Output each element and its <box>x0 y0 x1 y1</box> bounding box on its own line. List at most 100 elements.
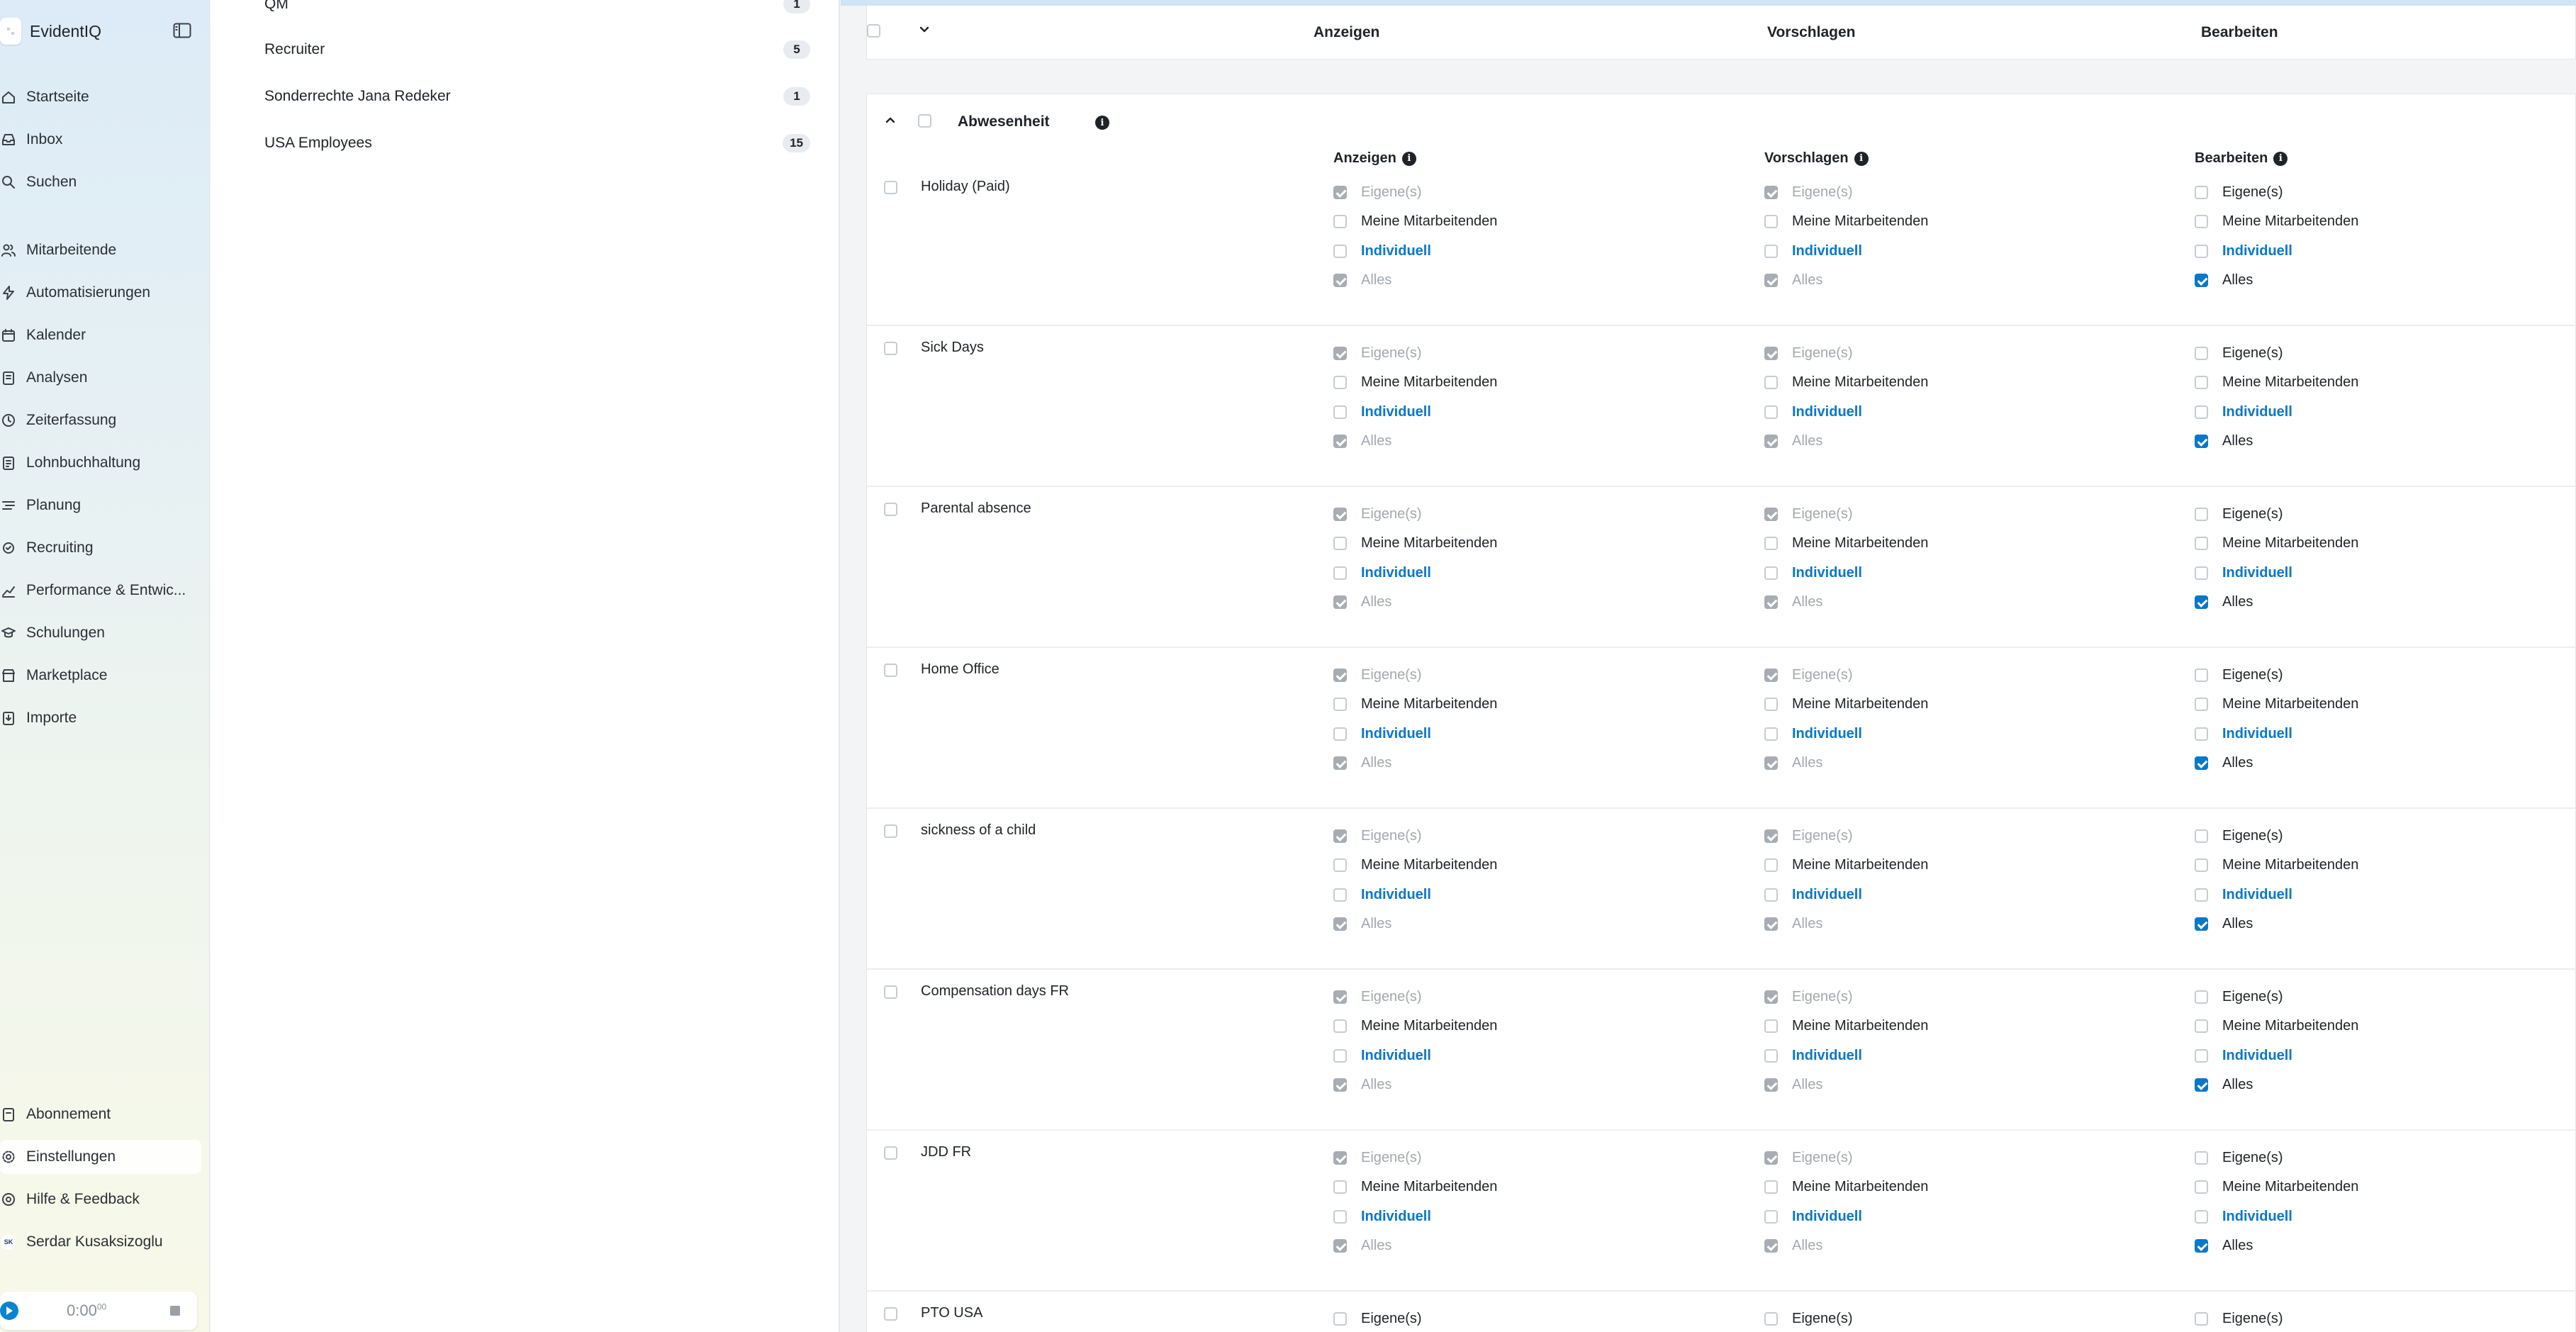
option-checkbox[interactable] <box>1764 1151 1778 1165</box>
option-show-team[interactable]: Meine Mitarbeitenden <box>1333 1178 1497 1197</box>
option-checkbox[interactable] <box>1764 990 1778 1004</box>
option-label[interactable]: Individuell <box>2222 565 2292 581</box>
option-checkbox[interactable] <box>2195 756 2208 770</box>
option-show-team[interactable]: Meine Mitarbeitenden <box>1333 856 1497 875</box>
option-label[interactable]: Individuell <box>1361 887 1431 903</box>
option-checkbox[interactable] <box>1333 405 1347 419</box>
option-checkbox[interactable] <box>1764 727 1778 741</box>
option-show-own[interactable]: Eigene(s) <box>1333 1309 1422 1328</box>
option-checkbox[interactable] <box>1333 566 1347 580</box>
option-checkbox[interactable] <box>2195 185 2208 199</box>
option-checkbox[interactable] <box>1764 1048 1778 1063</box>
option-suggest-team[interactable]: Meine Mitarbeitenden <box>1764 213 1928 231</box>
option-suggest-custom[interactable]: Individuell <box>1764 724 1862 743</box>
option-edit-own[interactable]: Eigene(s) <box>2195 1309 2283 1328</box>
option-checkbox[interactable] <box>1333 507 1347 521</box>
row-checkbox[interactable] <box>884 503 897 516</box>
option-checkbox[interactable] <box>1764 1180 1778 1194</box>
option-checkbox[interactable] <box>2195 435 2208 448</box>
option-suggest-own[interactable]: Eigene(s) <box>1764 666 1853 684</box>
row-checkbox[interactable] <box>884 1146 897 1160</box>
nav-item-lohnbuchhaltung[interactable]: Lohnbuchhaltung <box>0 446 201 480</box>
option-suggest-custom[interactable]: Individuell <box>1764 885 1862 904</box>
nav-item-mitarbeitende[interactable]: Mitarbeitende <box>0 233 201 267</box>
option-suggest-own[interactable]: Eigene(s) <box>1764 344 1853 362</box>
option-checkbox[interactable] <box>1764 215 1778 228</box>
option-show-custom[interactable]: Individuell <box>1333 564 1431 582</box>
option-suggest-all[interactable]: Alles <box>1764 915 1822 934</box>
option-checkbox[interactable] <box>2195 346 2208 360</box>
option-checkbox[interactable] <box>1333 274 1347 287</box>
option-label[interactable]: Individuell <box>1361 404 1431 420</box>
option-checkbox[interactable] <box>2195 507 2208 521</box>
option-checkbox[interactable] <box>1333 1239 1347 1253</box>
option-checkbox[interactable] <box>2195 1311 2208 1326</box>
nav-item-planung[interactable]: Planung <box>0 488 201 522</box>
option-checkbox[interactable] <box>1333 346 1347 360</box>
option-label[interactable]: Individuell <box>2222 1048 2292 1064</box>
option-edit-team[interactable]: Meine Mitarbeitenden <box>2195 1017 2358 1036</box>
option-edit-own[interactable]: Eigene(s) <box>2195 344 2283 362</box>
option-checkbox[interactable] <box>1764 435 1778 448</box>
option-checkbox[interactable] <box>2195 1239 2208 1253</box>
option-checkbox[interactable] <box>1333 1311 1347 1326</box>
option-show-custom[interactable]: Individuell <box>1333 724 1431 743</box>
option-suggest-team[interactable]: Meine Mitarbeitenden <box>1764 1017 1928 1036</box>
option-checkbox[interactable] <box>1764 1209 1778 1224</box>
option-checkbox[interactable] <box>1764 668 1778 682</box>
nav-item-suchen[interactable]: Suchen <box>0 165 201 199</box>
option-suggest-own[interactable]: Eigene(s) <box>1764 505 1853 523</box>
option-show-all[interactable]: Alles <box>1333 272 1391 290</box>
option-show-custom[interactable]: Individuell <box>1333 403 1431 421</box>
option-checkbox[interactable] <box>2195 1209 2208 1224</box>
info-icon[interactable]: i <box>1854 151 1869 166</box>
option-edit-custom[interactable]: Individuell <box>2195 242 2292 260</box>
option-checkbox[interactable] <box>1333 1209 1347 1224</box>
nav-item-einstellungen[interactable]: Einstellungen <box>0 1140 201 1174</box>
option-show-own[interactable]: Eigene(s) <box>1333 987 1422 1006</box>
option-checkbox[interactable] <box>1764 917 1778 931</box>
option-checkbox[interactable] <box>1764 756 1778 770</box>
option-edit-custom[interactable]: Individuell <box>2195 885 2292 904</box>
option-edit-team[interactable]: Meine Mitarbeitenden <box>2195 695 2358 714</box>
option-show-own[interactable]: Eigene(s) <box>1333 1148 1422 1167</box>
option-label[interactable]: Individuell <box>1792 1209 1862 1225</box>
option-checkbox[interactable] <box>2195 244 2208 258</box>
option-checkbox[interactable] <box>1764 1239 1778 1253</box>
option-suggest-own[interactable]: Eigene(s) <box>1764 827 1853 845</box>
option-checkbox[interactable] <box>2195 1019 2208 1033</box>
option-checkbox[interactable] <box>2195 829 2208 843</box>
option-show-all[interactable]: Alles <box>1333 915 1391 934</box>
info-icon[interactable]: i <box>1095 116 1109 130</box>
nav-item-startseite[interactable]: Startseite <box>0 80 201 114</box>
option-label[interactable]: Individuell <box>1792 404 1862 420</box>
option-checkbox[interactable] <box>2195 698 2208 711</box>
option-label[interactable]: Individuell <box>1361 1048 1431 1064</box>
option-checkbox[interactable] <box>1764 888 1778 902</box>
option-show-team[interactable]: Meine Mitarbeitenden <box>1333 213 1497 231</box>
option-checkbox[interactable] <box>1333 1019 1347 1033</box>
option-show-custom[interactable]: Individuell <box>1333 1207 1431 1226</box>
option-edit-own[interactable]: Eigene(s) <box>2195 987 2283 1006</box>
group-list-item[interactable]: QM 1 <box>264 0 810 18</box>
option-checkbox[interactable] <box>2195 858 2208 872</box>
row-checkbox[interactable] <box>884 181 897 194</box>
option-checkbox[interactable] <box>1764 698 1778 711</box>
option-checkbox[interactable] <box>2195 595 2208 609</box>
nav-item-schulungen[interactable]: Schulungen <box>0 616 201 650</box>
option-suggest-all[interactable]: Alles <box>1764 754 1822 773</box>
option-show-own[interactable]: Eigene(s) <box>1333 505 1422 523</box>
option-label[interactable]: Individuell <box>1792 726 1862 742</box>
row-checkbox[interactable] <box>884 985 897 999</box>
option-label[interactable]: Individuell <box>2222 404 2292 420</box>
option-checkbox[interactable] <box>1333 858 1347 872</box>
option-edit-custom[interactable]: Individuell <box>2195 1046 2292 1065</box>
option-checkbox[interactable] <box>1333 185 1347 199</box>
option-checkbox[interactable] <box>2195 376 2208 389</box>
option-checkbox[interactable] <box>1764 507 1778 521</box>
option-edit-own[interactable]: Eigene(s) <box>2195 666 2283 684</box>
option-edit-team[interactable]: Meine Mitarbeitenden <box>2195 1178 2358 1197</box>
chevron-up-icon[interactable] <box>884 114 897 130</box>
option-checkbox[interactable] <box>1333 376 1347 389</box>
option-edit-own[interactable]: Eigene(s) <box>2195 505 2283 523</box>
